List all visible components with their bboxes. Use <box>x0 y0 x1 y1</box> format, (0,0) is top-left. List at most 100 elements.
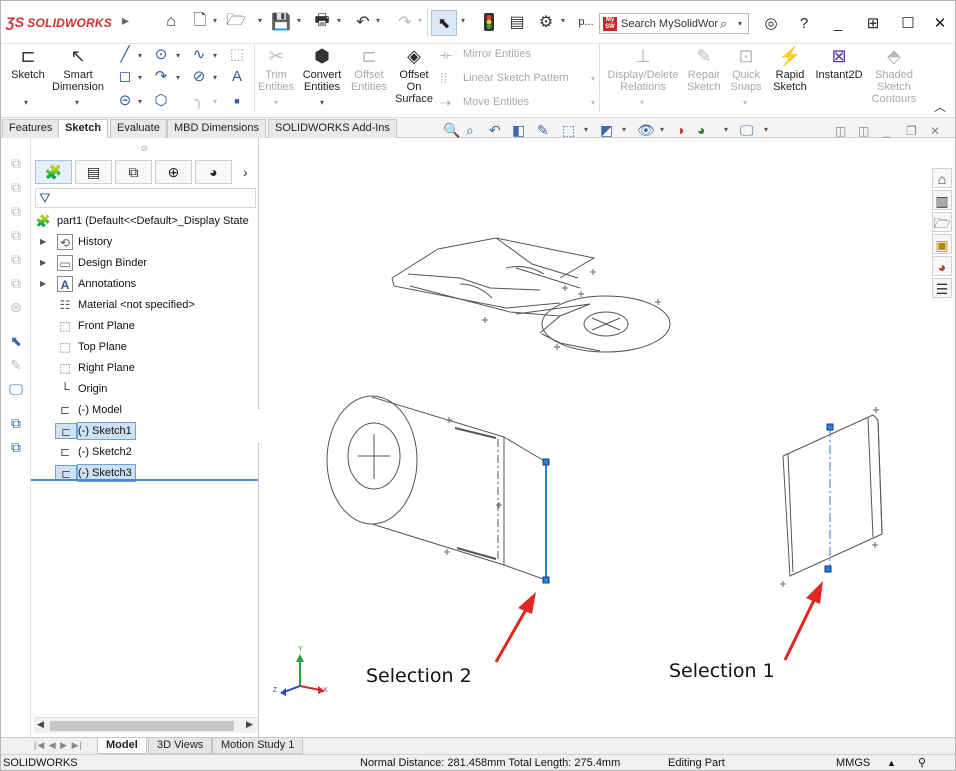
zoom-to-area-icon[interactable]: ⌕ <box>466 122 474 139</box>
search-box[interactable]: My SW Search MySolidWor ⌕ ▾ <box>599 13 749 34</box>
selection-1-endpoint-bottom[interactable] <box>824 565 832 573</box>
search-input[interactable]: Search MySolidWor <box>621 18 718 30</box>
ellipse-dropdown-icon[interactable]: ▾ <box>213 73 217 82</box>
edit-appearance-icon[interactable]: ◑ <box>676 122 684 138</box>
scroll-left-icon[interactable]: ◀ <box>37 719 44 730</box>
slot-tool-icon[interactable]: ⊝ <box>116 92 134 110</box>
line-tool-icon[interactable]: ╱ <box>116 46 134 64</box>
rectangle-dropdown-icon[interactable]: ▾ <box>138 73 142 82</box>
doc-minimize-icon[interactable]: _ <box>883 124 890 138</box>
spline-dropdown-icon[interactable]: ▾ <box>213 51 217 60</box>
selection-2-endpoint-bottom[interactable] <box>542 576 550 584</box>
strip-copy-icon[interactable]: ⧉ <box>7 414 25 432</box>
tree-item-origin[interactable]: └ Origin <box>31 379 259 399</box>
undo-icon[interactable]: ↶ <box>352 11 374 33</box>
convert-entities-button[interactable]: ⬢ Convert Entities <box>299 46 345 93</box>
scene-dropdown-icon[interactable]: ▾ <box>724 125 728 134</box>
home-icon[interactable]: ⌂ <box>160 11 182 33</box>
tab-navigation-arrows-icon[interactable]: |◀ ◀ ▶ ▶| <box>34 740 83 751</box>
previous-view-icon[interactable]: ↶ <box>489 122 501 139</box>
save-icon[interactable]: 💾 <box>270 11 292 33</box>
print-dropdown-icon[interactable]: ▾ <box>337 16 341 25</box>
user-account-icon[interactable]: ◎ <box>760 12 782 34</box>
units-menu-arrow-icon[interactable]: ▲ <box>887 755 896 771</box>
tree-item-top-plane[interactable]: ⬚ Top Plane <box>31 337 259 357</box>
custom-properties-icon[interactable]: ☰ <box>932 278 952 298</box>
print-icon[interactable]: 🖶 <box>311 11 333 33</box>
doc-close-icon[interactable]: ✕ <box>930 124 940 138</box>
arc-dropdown-icon[interactable]: ▾ <box>176 73 180 82</box>
instant2d-button[interactable]: ⊠ Instant2D <box>812 46 866 81</box>
convert-dropdown-icon[interactable]: ▾ <box>320 98 324 107</box>
save-dropdown-icon[interactable]: ▾ <box>297 16 301 25</box>
doc-tile-left-icon[interactable]: ◫ <box>835 124 846 138</box>
scroll-right-icon[interactable]: ▶ <box>246 719 253 730</box>
more-tabs-chevron-icon[interactable]: › <box>243 164 248 180</box>
spline-tool-icon[interactable]: ∿ <box>190 46 208 64</box>
hide-show-items-icon[interactable]: 👁 <box>637 122 655 139</box>
text-tool-icon[interactable]: A <box>228 68 246 86</box>
tree-item-right-plane[interactable]: ⬚ Right Plane <box>31 358 259 378</box>
tree-root-part[interactable]: 🧩 part1 (Default<<Default>_Display State <box>31 211 259 231</box>
zoom-to-fit-icon[interactable]: 🔍 <box>443 122 460 139</box>
expand-arrow-icon[interactable]: ▶ <box>40 253 46 273</box>
feature-manager-tree-tab-icon[interactable]: 🧩 <box>35 160 72 184</box>
line-dropdown-icon[interactable]: ▾ <box>138 51 142 60</box>
display-style-dropdown-icon[interactable]: ▾ <box>622 125 626 134</box>
help-icon[interactable]: ? <box>793 12 815 34</box>
tab-sketch[interactable]: Sketch <box>58 119 109 138</box>
tab-3d-views[interactable]: 3D Views <box>148 738 213 754</box>
design-library-icon[interactable]: ▥ <box>932 190 952 210</box>
tree-filter-box[interactable]: ⛛ <box>35 188 256 208</box>
scroll-thumb[interactable] <box>50 721 234 731</box>
doc-tile-right-icon[interactable]: ◫ <box>858 124 869 138</box>
select-pointer-icon[interactable]: ⬉ <box>431 10 457 36</box>
graphics-area[interactable]: Y X Z Selection 2 Selection 1 <box>260 138 928 737</box>
truncated-menu-label[interactable]: p... <box>572 11 600 33</box>
display-style-icon[interactable]: ◩ <box>600 122 613 139</box>
strip-paste-icon[interactable]: ⧉ <box>7 438 25 456</box>
options-gear-icon[interactable]: ⚙ <box>535 11 557 33</box>
tree-item-material[interactable]: ☷ Material <not specified> <box>31 295 259 315</box>
rebuild-traffic-light-icon[interactable] <box>478 11 500 33</box>
new-dropdown-icon[interactable]: ▾ <box>213 16 217 25</box>
selection-2-endpoint-top[interactable] <box>542 458 550 466</box>
strip-display-icon[interactable]: 🖵 <box>7 380 25 398</box>
appearances-icon[interactable]: ◕ <box>932 256 952 276</box>
configuration-manager-tab-icon[interactable]: ⧉ <box>115 160 152 184</box>
view-orientation-icon[interactable]: ⬚ <box>562 122 575 139</box>
sketch-button[interactable]: ⊏ Sketch <box>6 46 50 81</box>
tree-item-annotations[interactable]: ▶ A Annotations <box>31 274 259 294</box>
rapid-sketch-button[interactable]: ⚡ Rapid Sketch <box>770 46 810 93</box>
close-window-icon[interactable]: ✕ <box>929 12 951 34</box>
rollback-bar[interactable] <box>31 479 258 481</box>
open-document-icon[interactable]: 🗁 <box>225 11 247 33</box>
selection-1-endpoint-top[interactable] <box>826 423 834 431</box>
tree-horizontal-scrollbar[interactable]: ◀ ▶ <box>34 717 258 733</box>
new-document-icon[interactable]: 🗋 <box>189 11 211 33</box>
view-settings-dropdown-icon[interactable]: ▾ <box>764 125 768 134</box>
options-dropdown-icon[interactable]: ▾ <box>561 16 565 25</box>
tile-window-icon[interactable]: ⊞ <box>862 12 884 34</box>
polygon-tool-icon[interactable]: ⬡ <box>152 92 170 110</box>
rectangle-tool-icon[interactable]: ◻ <box>116 68 134 86</box>
hide-show-dropdown-icon[interactable]: ▾ <box>660 125 664 134</box>
collapse-ribbon-icon[interactable]: ︿ <box>934 98 946 115</box>
circle-tool-icon[interactable]: ⊙ <box>152 46 170 64</box>
display-manager-tab-icon[interactable]: ◕ <box>195 160 232 184</box>
dimxpert-manager-tab-icon[interactable]: ⊕ <box>155 160 192 184</box>
panel-grip-icon[interactable]: ⊙ <box>141 144 148 153</box>
view-palette-icon[interactable]: ▣ <box>932 234 952 254</box>
tab-features[interactable]: Features <box>2 119 60 138</box>
scene-icon[interactable]: ◕ <box>697 122 705 138</box>
smart-dimension-dropdown-icon[interactable]: ▾ <box>75 98 79 107</box>
point-tool-icon[interactable]: ■ <box>228 92 246 110</box>
tab-solidworks-add-ins[interactable]: SOLIDWORKS Add-Ins <box>268 119 397 138</box>
point-grid-icon[interactable]: ⬚ <box>228 46 246 64</box>
select-dropdown-icon[interactable]: ▾ <box>461 16 465 25</box>
tab-motion-study-1[interactable]: Motion Study 1 <box>212 738 304 754</box>
view-settings-icon[interactable]: 🖵 <box>740 122 754 139</box>
maximize-window-icon[interactable]: ☐ <box>897 12 919 34</box>
strip-sketch-select-icon[interactable]: ⬉ <box>7 332 25 350</box>
open-dropdown-icon[interactable]: ▾ <box>258 16 262 25</box>
